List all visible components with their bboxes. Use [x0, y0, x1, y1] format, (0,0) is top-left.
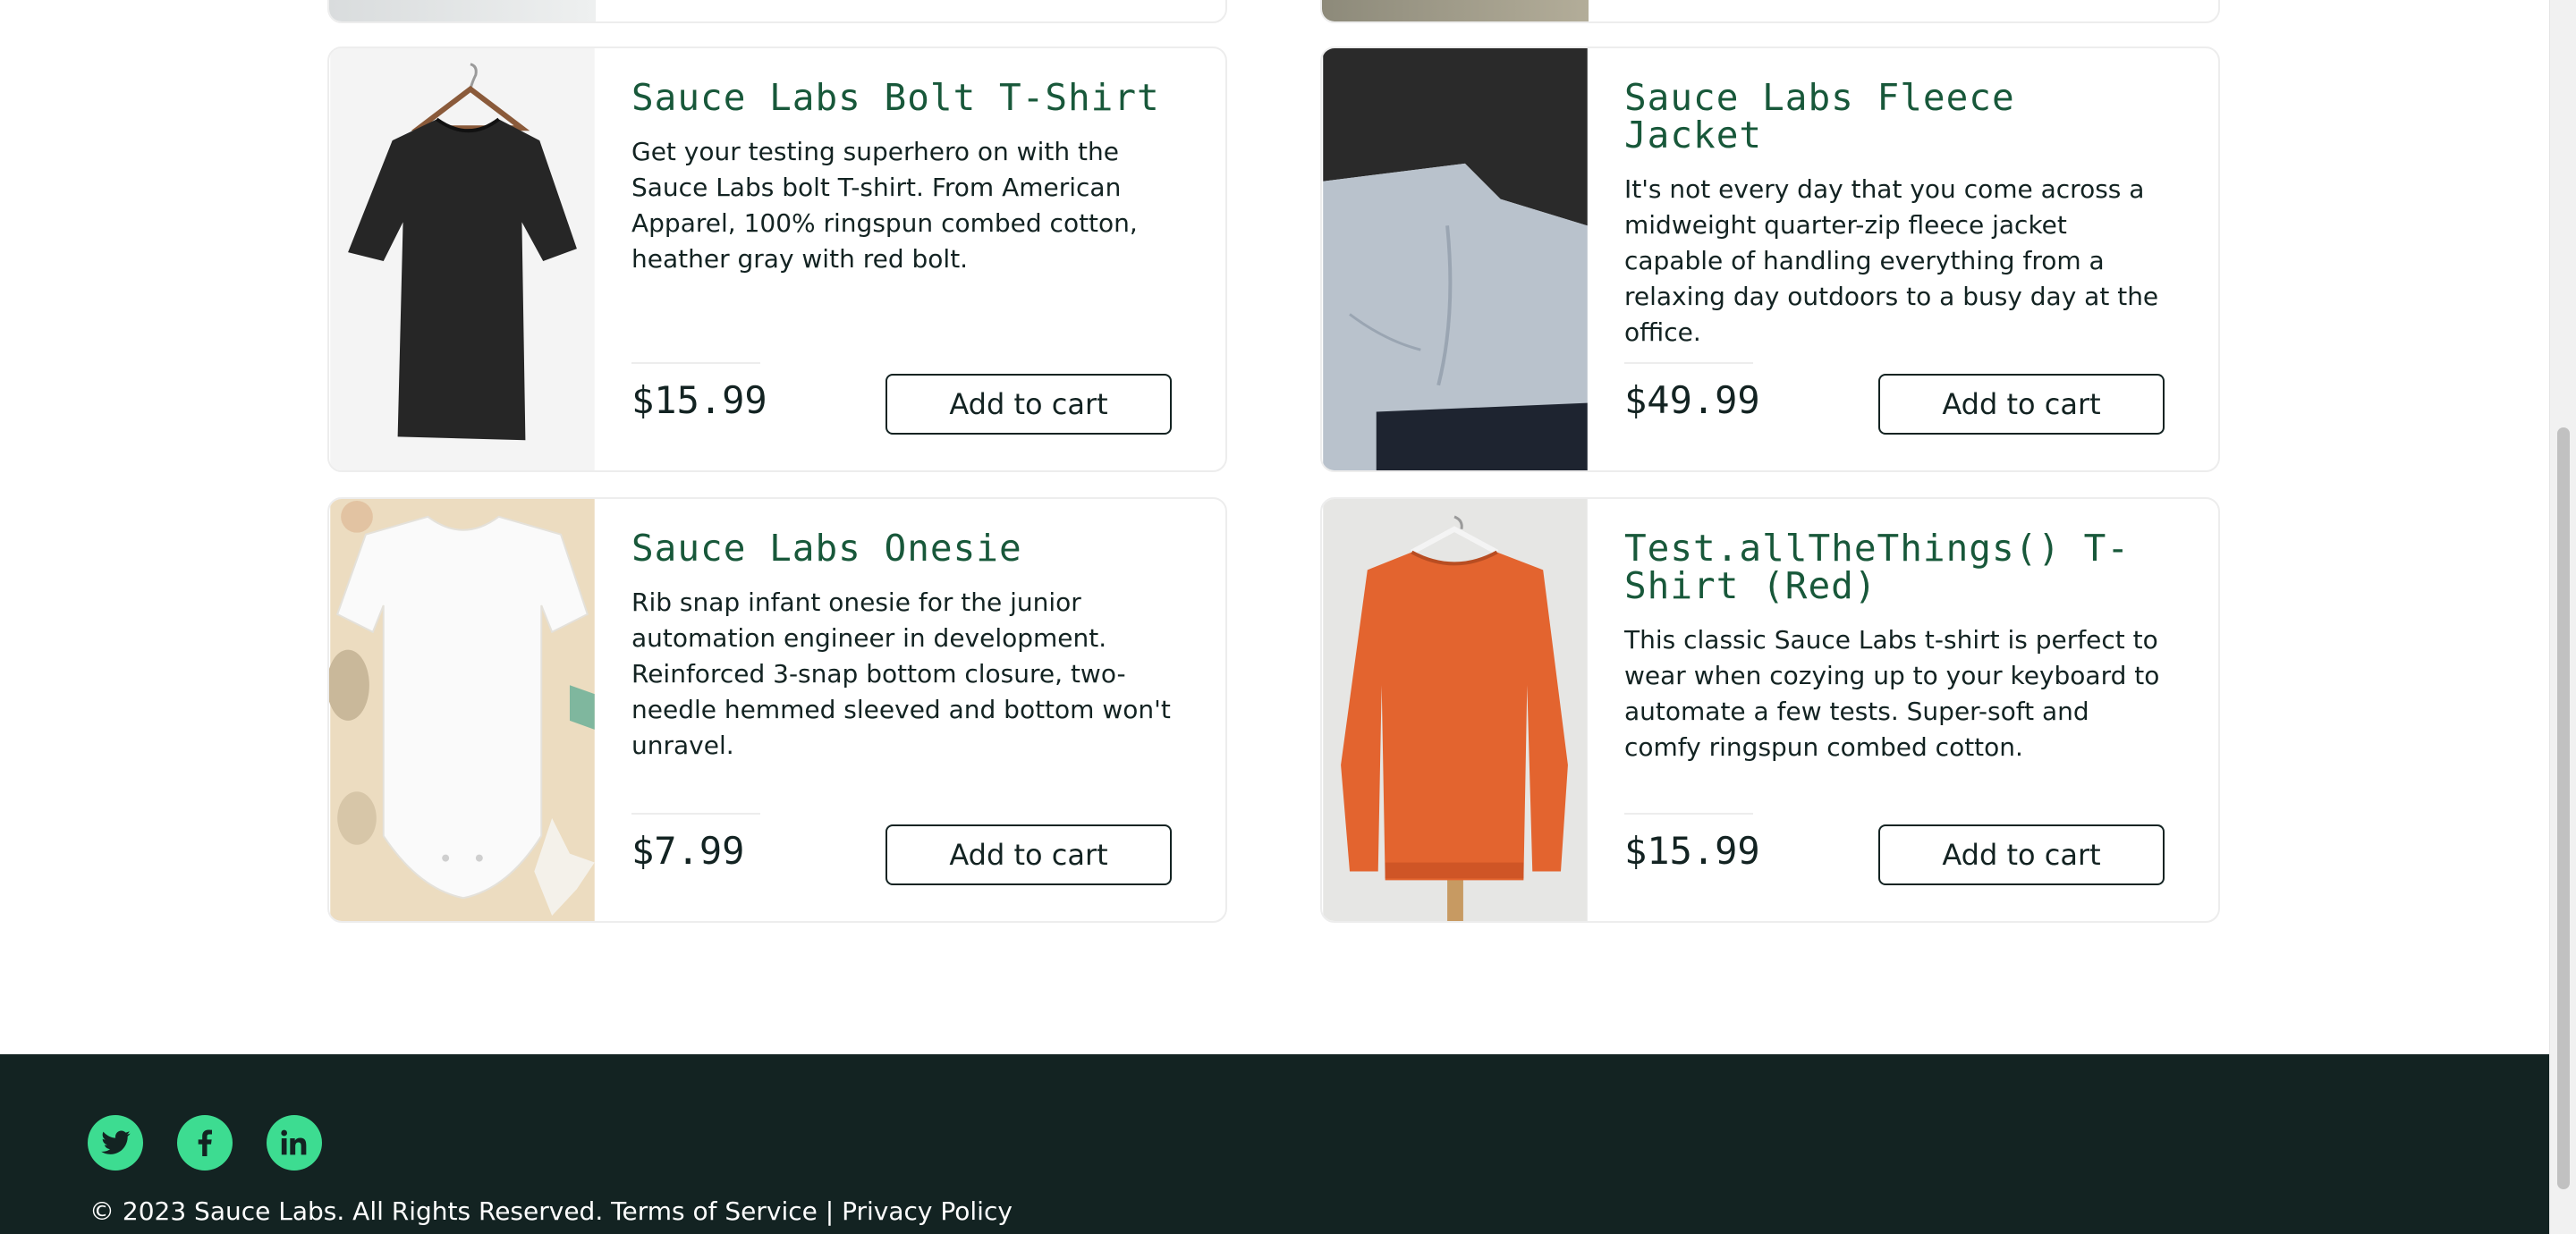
product-name[interactable]: Test.allTheThings() T-Shirt (Red)	[1624, 529, 2165, 604]
product-image[interactable]	[1322, 499, 1589, 921]
product-price: $7.99	[631, 829, 745, 873]
facebook-icon[interactable]	[177, 1115, 233, 1171]
price-section: $15.99	[631, 362, 767, 422]
product-description: It's not every day that you come across …	[1624, 174, 2159, 347]
product-price: $15.99	[1624, 829, 1760, 873]
inventory-item-partial	[327, 0, 1227, 23]
product-image[interactable]	[1322, 48, 1589, 470]
add-to-cart-button[interactable]: Add to cart	[886, 824, 1172, 885]
red-sweatshirt-icon	[1323, 499, 1588, 921]
product-description: Get your testing superhero on with the S…	[631, 137, 1138, 274]
add-to-cart-button[interactable]: Add to cart	[1878, 374, 2165, 435]
product-name[interactable]: Sauce Labs Bolt T-Shirt	[631, 79, 1172, 116]
footer-copyright: © 2023 Sauce Labs. All Rights Reserved. …	[89, 1196, 1013, 1226]
product-description: This classic Sauce Labs t-shirt is perfe…	[1624, 625, 2160, 762]
add-to-cart-button[interactable]: Add to cart	[1878, 824, 2165, 885]
inventory-item: Sauce Labs Onesie Rib snap infant onesie…	[327, 497, 1227, 923]
price-section: $49.99	[1624, 362, 1760, 422]
inventory-item: Test.allTheThings() T-Shirt (Red) This c…	[1320, 497, 2220, 923]
product-description: Rib snap infant onesie for the junior au…	[631, 587, 1171, 760]
product-image[interactable]	[329, 499, 596, 921]
twitter-icon[interactable]	[88, 1115, 143, 1171]
product-image-partial	[329, 0, 596, 21]
product-name[interactable]: Sauce Labs Fleece Jacket	[1624, 79, 2165, 154]
inventory-item-partial	[1320, 0, 2220, 23]
add-to-cart-button[interactable]: Add to cart	[886, 374, 1172, 435]
inventory-item: Sauce Labs Bolt T-Shirt Get your testing…	[327, 46, 1227, 472]
black-tshirt-icon	[330, 48, 595, 470]
page-scrollbar[interactable]	[2549, 0, 2576, 1234]
product-image-partial	[1322, 0, 1589, 21]
inventory-page: Sauce Labs Bolt T-Shirt Get your testing…	[0, 0, 2576, 1234]
price-section: $7.99	[631, 813, 760, 873]
scrollbar-thumb[interactable]	[2557, 427, 2570, 1189]
product-image[interactable]	[329, 48, 596, 470]
price-section: $15.99	[1624, 813, 1760, 873]
linkedin-icon[interactable]	[267, 1115, 322, 1171]
inventory-item: Sauce Labs Fleece Jacket It's not every …	[1320, 46, 2220, 472]
product-name[interactable]: Sauce Labs Onesie	[631, 529, 1172, 567]
product-price: $49.99	[1624, 378, 1760, 422]
onesie-icon	[329, 499, 595, 921]
fleece-jacket-icon	[1323, 48, 1588, 470]
product-price: $15.99	[631, 378, 767, 422]
